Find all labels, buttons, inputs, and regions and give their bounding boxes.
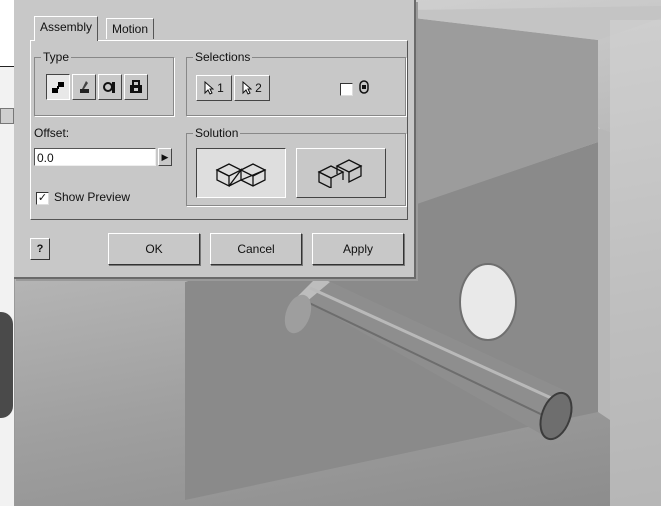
plate-hole bbox=[459, 263, 517, 341]
mate-constraint-icon bbox=[52, 82, 64, 93]
flush-solution-icon bbox=[317, 159, 363, 188]
first-selection-label: 1 bbox=[217, 81, 224, 95]
cursor-arrow-icon bbox=[204, 81, 215, 95]
angle-constraint-button[interactable] bbox=[72, 74, 96, 100]
offset-label: Offset: bbox=[34, 126, 70, 140]
cursor-arrow-icon bbox=[242, 81, 253, 95]
tab-assembly[interactable]: Assembly bbox=[34, 16, 99, 41]
panel-scroll-button[interactable] bbox=[0, 108, 14, 124]
pick-part-first-icon bbox=[359, 80, 369, 94]
viewport-right-edge bbox=[610, 20, 661, 506]
help-icon: ? bbox=[36, 243, 44, 255]
offset-arrow-button[interactable]: ▶ bbox=[158, 148, 172, 166]
tab-motion[interactable]: Motion bbox=[106, 18, 155, 39]
mate-solution-icon bbox=[215, 163, 267, 188]
tangent-constraint-icon bbox=[103, 82, 115, 93]
second-selection-button[interactable]: 2 bbox=[234, 75, 270, 101]
offset-field[interactable]: 0.0 bbox=[34, 148, 156, 166]
apply-button[interactable]: Apply bbox=[312, 233, 404, 265]
second-selection-label: 2 bbox=[255, 81, 262, 95]
pick-part-first-checkbox[interactable] bbox=[340, 83, 353, 96]
cancel-button[interactable]: Cancel bbox=[210, 233, 302, 265]
insert-constraint-button[interactable] bbox=[124, 74, 148, 100]
part-thumbnail bbox=[0, 312, 13, 418]
help-button[interactable]: ? bbox=[30, 238, 50, 260]
solution-legend: Solution bbox=[193, 126, 241, 140]
angle-constraint-icon bbox=[80, 81, 89, 93]
place-constraint-dialog: Assembly Motion Type Selections 1 2 Offs… bbox=[14, 0, 416, 279]
mate-constraint-button[interactable] bbox=[46, 74, 70, 100]
selections-legend: Selections bbox=[193, 50, 253, 64]
left-panel-edge bbox=[0, 0, 15, 506]
mate-solution-button[interactable] bbox=[196, 148, 286, 198]
flush-solution-button[interactable] bbox=[296, 148, 386, 198]
show-preview-label: Show Preview bbox=[54, 190, 131, 204]
plate-side-face bbox=[598, 128, 610, 420]
first-selection-button[interactable]: 1 bbox=[196, 75, 232, 101]
ok-button[interactable]: OK bbox=[108, 233, 200, 265]
insert-constraint-icon bbox=[130, 80, 142, 93]
show-preview-checkbox[interactable]: ✓ bbox=[36, 192, 49, 205]
browser-panel-corner bbox=[0, 0, 14, 67]
tangent-constraint-button[interactable] bbox=[98, 74, 122, 100]
type-legend: Type bbox=[41, 50, 72, 64]
